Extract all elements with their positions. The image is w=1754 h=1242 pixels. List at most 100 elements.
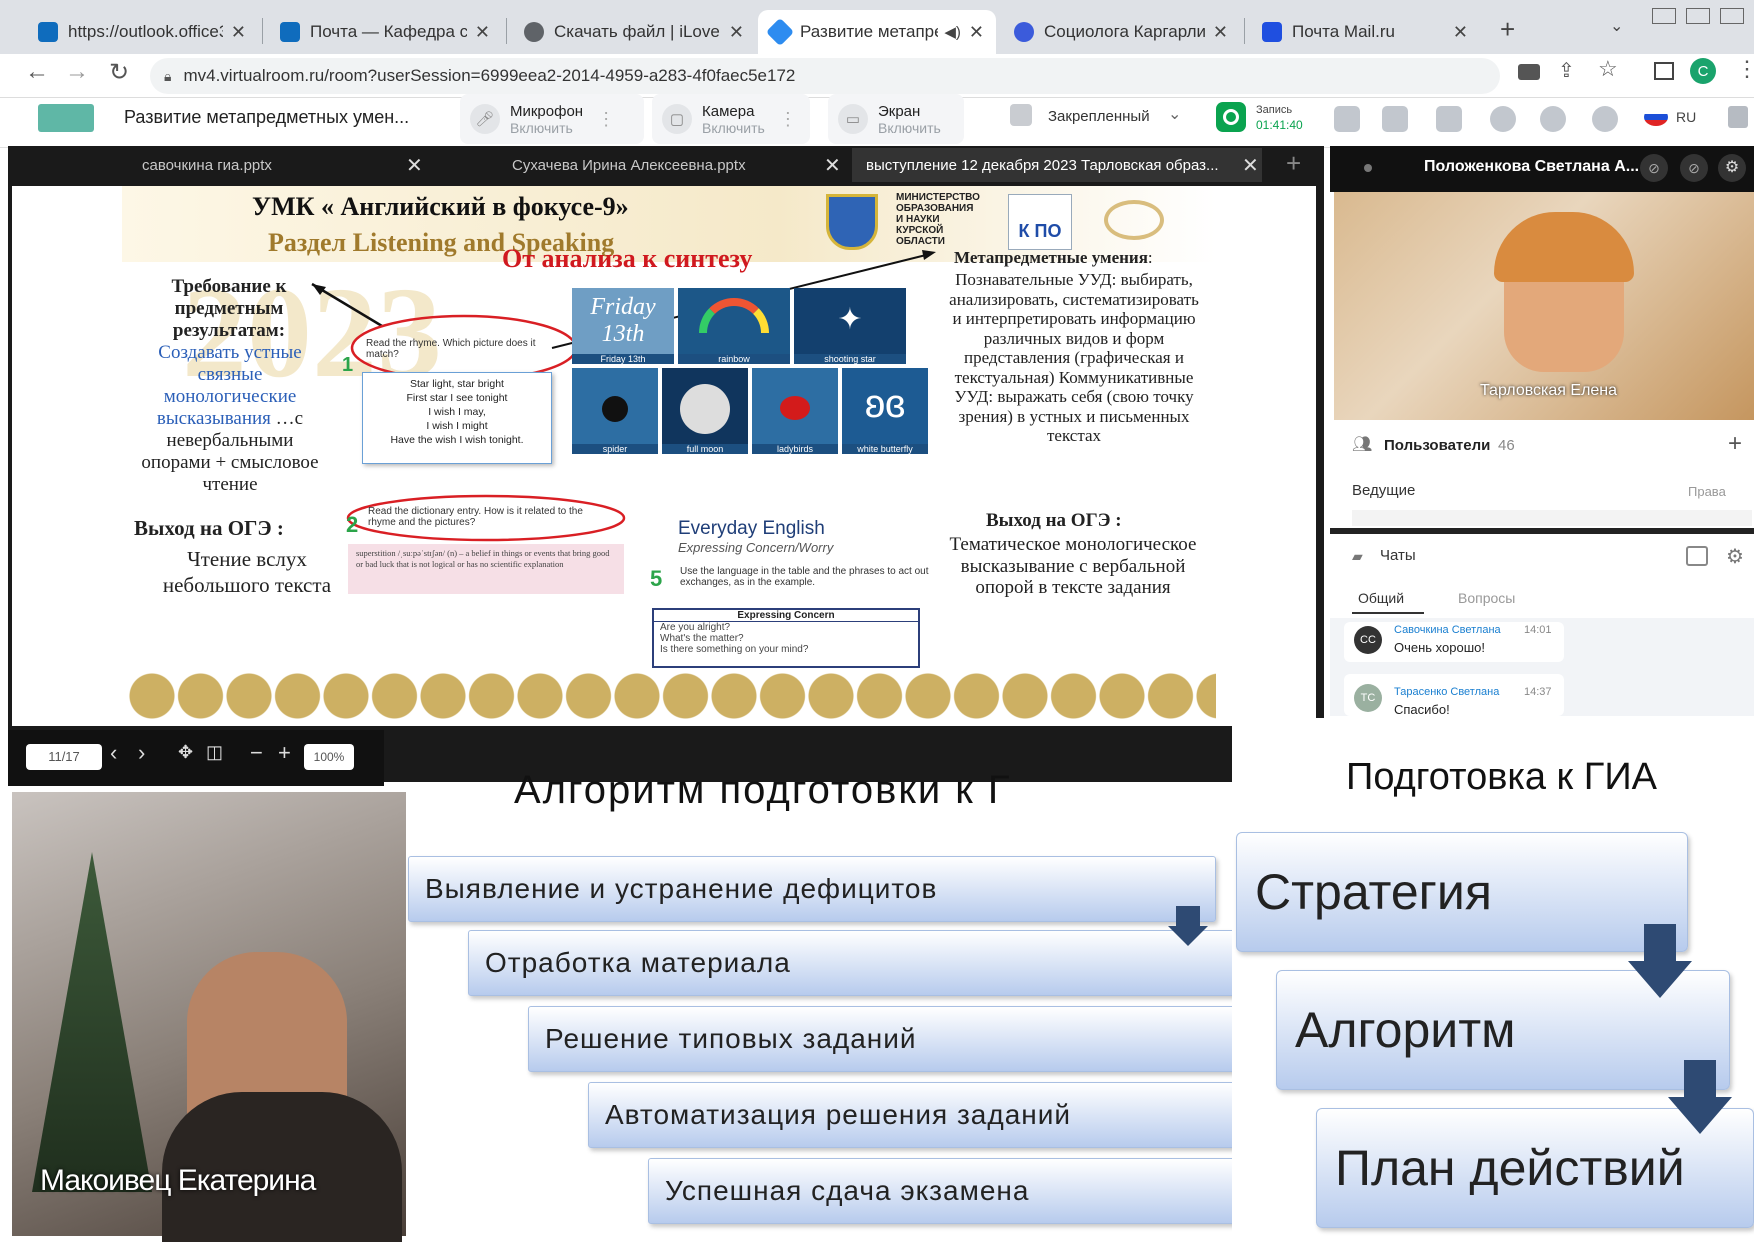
presentation-tab[interactable]: Сухачева Ирина Алексеевна.pptx ✕ [498, 148, 841, 182]
add-icon[interactable]: + [1728, 430, 1742, 458]
prev-page-icon[interactable]: ‹ [110, 740, 117, 766]
chat-export-icon[interactable] [1686, 546, 1708, 566]
window-close-icon[interactable] [1720, 8, 1744, 24]
settings-icon[interactable] [1592, 106, 1618, 132]
profile-avatar[interactable]: C [1690, 58, 1716, 84]
record-label: Запись [1256, 104, 1293, 116]
zoom-in-icon[interactable]: + [278, 740, 291, 766]
panel-divider[interactable] [1330, 528, 1754, 534]
camera-off-icon[interactable]: ⊘ [1680, 154, 1708, 182]
bookmark-star-icon[interactable]: ☆ [1598, 56, 1618, 82]
close-icon[interactable]: ✕ [824, 153, 841, 178]
tab-search-icon[interactable]: ⌄ [1610, 16, 1623, 36]
everyday-english-heading: Everyday English [678, 518, 825, 539]
screen-share-button[interactable]: ▭ Экран Включить [828, 94, 964, 144]
browser-tab[interactable]: Скачать файл | iLovePD ✕ [512, 10, 756, 54]
fit-width-icon[interactable]: ✥ [178, 742, 193, 763]
more-icon[interactable]: ⋮ [779, 109, 797, 130]
camera-indicator-icon[interactable] [1518, 64, 1540, 80]
chats-label: Чаты [1380, 547, 1416, 564]
algorithm-step: Успешная сдача экзамена [648, 1158, 1240, 1224]
url-field[interactable]: 🔒︎ mv4.virtualroom.ru/room?userSession=6… [150, 58, 1500, 94]
side-panel-icon[interactable] [1654, 62, 1674, 80]
task2-text: Read the dictionary entry. How is it rel… [368, 506, 583, 528]
camera-button[interactable]: ▢ Камера Включить ⋮ [652, 94, 810, 144]
gear-icon[interactable]: ⚙ [1726, 544, 1744, 569]
close-icon[interactable]: ✕ [729, 22, 744, 43]
grid-icon[interactable] [1334, 106, 1360, 132]
status-dot [1364, 164, 1372, 172]
close-icon[interactable]: ✕ [1453, 22, 1468, 43]
microphone-button[interactable]: 🎤︎ Микрофон Включить ⋮ [460, 94, 644, 144]
speaker-name: Положенкова Светлана А... [1424, 158, 1640, 175]
pic-full-moon [662, 368, 748, 454]
presentation-tab[interactable]: савочкина гиа.pptx ✕ [128, 148, 428, 182]
avatar: СС [1354, 626, 1382, 654]
chat-text: Очень хорошо! [1394, 640, 1485, 655]
layout-select[interactable]: Закрепленный [1048, 108, 1150, 125]
add-presentation-icon[interactable]: + [1286, 148, 1301, 179]
more-icon[interactable]: ⋮ [597, 109, 615, 130]
decorative-gold-dots [128, 672, 1216, 722]
browser-menu-icon[interactable]: ⋮ [1736, 56, 1754, 82]
video-caption: Макоивец Екатерина [40, 1164, 316, 1197]
users-label[interactable]: Пользователи [1384, 437, 1490, 454]
camera-off-icon: ▢ [662, 104, 692, 134]
avatar: ТС [1354, 684, 1382, 712]
pic-shooting-star: ✦ [794, 288, 906, 364]
zoom-level[interactable]: 100% [304, 744, 354, 770]
chevron-down-icon[interactable]: ⌄ [1168, 104, 1181, 124]
rhyme-card: Star light, star bright First star I see … [362, 372, 552, 464]
share-icon[interactable]: ⇪ [1558, 58, 1575, 83]
tab-divider [1244, 18, 1245, 44]
speaker-icon[interactable]: ◀) [944, 23, 961, 41]
fit-page-icon[interactable]: ◫ [206, 742, 223, 763]
minimize-icon[interactable] [1652, 8, 1676, 24]
browser-tab[interactable]: Почта — Кафедра соц ✕ [268, 10, 502, 54]
pic-white-butterfly: ʚɞ [842, 368, 928, 454]
speaker-hair [1494, 212, 1634, 282]
room-logo [38, 104, 94, 132]
algorithm-step: Решение типовых заданий [528, 1006, 1240, 1072]
record-icon[interactable] [1216, 102, 1246, 132]
metasubject-text: Познавательные УУД: выбирать, анализиров… [949, 270, 1199, 445]
browser-tab-active[interactable]: Развитие метапред ◀) ✕ [758, 10, 996, 54]
presentation-tab-active[interactable]: выступление 12 декабря 2023 Тарловская о… [852, 148, 1262, 182]
chat-author: Тарасенко Светлана [1394, 686, 1500, 698]
exit-icon[interactable] [1728, 106, 1748, 128]
close-icon[interactable]: ✕ [1242, 153, 1259, 178]
tab-questions[interactable]: Вопросы [1458, 590, 1515, 606]
browser-tab[interactable]: Социолога Каргарлицк ✕ [1002, 10, 1240, 54]
document-icon[interactable] [1382, 106, 1408, 132]
browser-tab[interactable]: https://outlook.office36 ✕ [26, 10, 258, 54]
mic-off-icon[interactable]: ⊘ [1640, 154, 1668, 182]
close-icon[interactable]: ✕ [475, 22, 490, 43]
restore-icon[interactable] [1686, 8, 1710, 24]
info-icon[interactable] [1540, 106, 1566, 132]
page-input[interactable]: 11/17 [26, 744, 102, 770]
rights-label: Права [1688, 484, 1726, 499]
new-tab-icon[interactable]: + [1500, 14, 1515, 45]
back-icon[interactable]: ← [22, 58, 52, 86]
zoom-out-icon[interactable]: − [250, 740, 263, 766]
chat-text: Спасибо! [1394, 702, 1450, 717]
tab-general[interactable]: Общий [1358, 590, 1404, 606]
users-icon[interactable] [1490, 106, 1516, 132]
close-icon[interactable]: ✕ [1213, 22, 1228, 43]
close-icon[interactable]: ✕ [969, 22, 984, 43]
pic-spider [572, 368, 658, 454]
gear-icon[interactable]: ⚙ [1718, 154, 1746, 182]
forward-icon[interactable]: → [62, 58, 92, 86]
folder-icon[interactable] [1436, 106, 1462, 132]
pic-label: spider [572, 444, 658, 454]
close-icon[interactable]: ✕ [231, 22, 246, 43]
next-page-icon[interactable]: › [138, 740, 145, 766]
oge-text-right: Тематическое монологическое высказывание… [949, 534, 1197, 598]
gia-step: План действий [1316, 1108, 1754, 1228]
mic-off-icon: 🎤︎ [470, 104, 500, 134]
flag-ru-icon[interactable] [1644, 108, 1668, 126]
browser-tab[interactable]: Почта Mail.ru ✕ [1250, 10, 1480, 54]
reload-icon[interactable]: ↻ [104, 58, 134, 87]
language-select[interactable]: RU [1676, 109, 1696, 125]
close-icon[interactable]: ✕ [406, 153, 423, 178]
